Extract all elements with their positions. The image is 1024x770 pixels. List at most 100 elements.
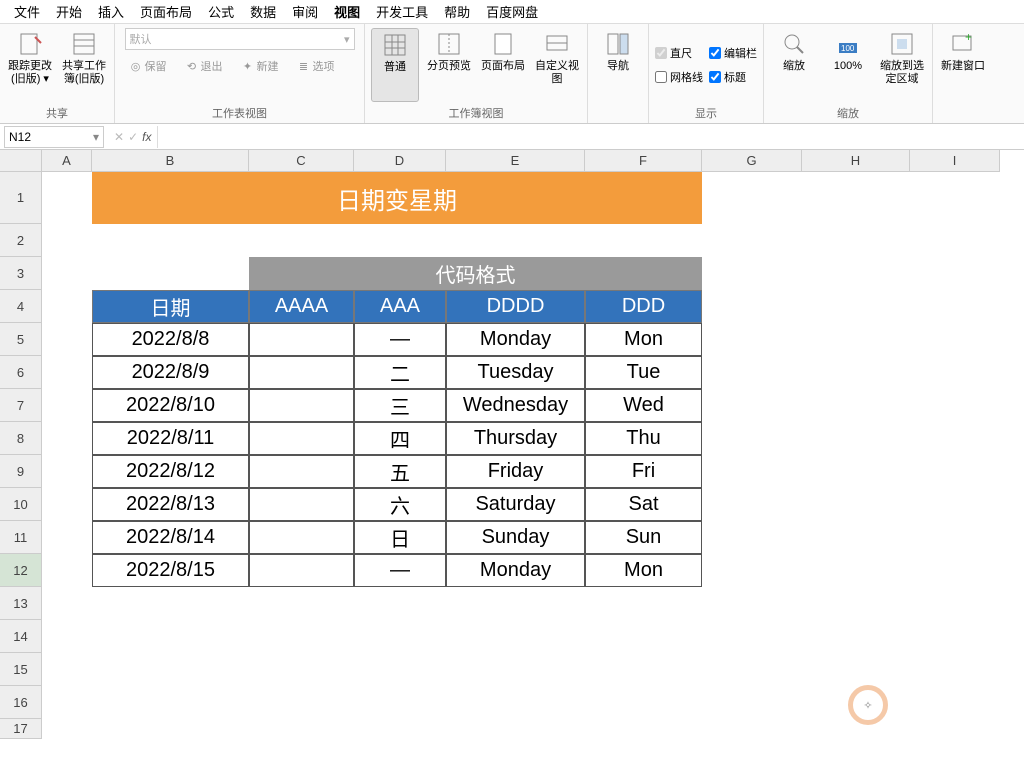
table-cell[interactable]: 2022/8/13 bbox=[92, 488, 249, 521]
menu-item-4[interactable]: 公式 bbox=[200, 0, 242, 24]
table-cell[interactable]: Tuesday bbox=[446, 356, 585, 389]
menu-item-10[interactable]: 百度网盘 bbox=[478, 0, 546, 24]
table-cell[interactable]: 五 bbox=[354, 455, 446, 488]
zoom-100-button[interactable]: 100100% bbox=[824, 28, 872, 102]
col-header-H[interactable]: H bbox=[802, 150, 910, 172]
table-cell[interactable]: Saturday bbox=[446, 488, 585, 521]
table-cell[interactable]: 六 bbox=[354, 488, 446, 521]
col-header-C[interactable]: C bbox=[249, 150, 354, 172]
spreadsheet-grid[interactable]: ABCDEFGHI 1234567891011121314151617 日期变星… bbox=[0, 150, 1024, 770]
table-cell[interactable]: 四 bbox=[354, 422, 446, 455]
page-layout-button[interactable]: 页面布局 bbox=[479, 28, 527, 102]
table-cell[interactable]: — bbox=[354, 554, 446, 587]
gridlines-input[interactable] bbox=[655, 71, 667, 83]
headings-checkbox[interactable]: 标题 bbox=[709, 67, 757, 87]
zoom-selection-button[interactable]: 缩放到选定区域 bbox=[878, 28, 926, 102]
menu-item-8[interactable]: 开发工具 bbox=[368, 0, 436, 24]
new-window-button[interactable]: + 新建窗口 bbox=[939, 28, 987, 102]
table-cell[interactable] bbox=[249, 455, 354, 488]
table-cell[interactable]: Sat bbox=[585, 488, 702, 521]
col-header-E[interactable]: E bbox=[446, 150, 585, 172]
menu-item-2[interactable]: 插入 bbox=[90, 0, 132, 24]
table-cell[interactable]: 2022/8/15 bbox=[92, 554, 249, 587]
table-cell[interactable]: Wed bbox=[585, 389, 702, 422]
track-changes-button[interactable]: 跟踪更改(旧版) ▾ bbox=[6, 28, 54, 102]
table-cell[interactable]: Friday bbox=[446, 455, 585, 488]
exit-button[interactable]: ⟲退出 bbox=[181, 56, 227, 76]
table-cell[interactable] bbox=[249, 554, 354, 587]
row-header-6[interactable]: 6 bbox=[0, 356, 42, 389]
table-cell[interactable]: Mon bbox=[585, 554, 702, 587]
row-header-9[interactable]: 9 bbox=[0, 455, 42, 488]
select-all-corner[interactable] bbox=[0, 150, 42, 172]
row-header-13[interactable]: 13 bbox=[0, 587, 42, 620]
gridlines-checkbox[interactable]: 网格线 bbox=[655, 67, 703, 87]
table-cell[interactable]: Sunday bbox=[446, 521, 585, 554]
table-cell[interactable]: Wednesday bbox=[446, 389, 585, 422]
table-cell[interactable]: Mon bbox=[585, 323, 702, 356]
cancel-icon[interactable]: ✕ bbox=[114, 130, 124, 144]
table-cell[interactable]: Sun bbox=[585, 521, 702, 554]
row-header-10[interactable]: 10 bbox=[0, 488, 42, 521]
menu-item-6[interactable]: 审阅 bbox=[284, 0, 326, 24]
formula-bar-input[interactable] bbox=[709, 47, 721, 59]
table-cell[interactable]: Tue bbox=[585, 356, 702, 389]
table-cell[interactable] bbox=[249, 323, 354, 356]
menu-item-0[interactable]: 文件 bbox=[6, 0, 48, 24]
table-cell[interactable] bbox=[249, 389, 354, 422]
table-cell[interactable]: 二 bbox=[354, 356, 446, 389]
headings-input[interactable] bbox=[709, 71, 721, 83]
table-cell[interactable]: 2022/8/8 bbox=[92, 323, 249, 356]
menu-item-5[interactable]: 数据 bbox=[242, 0, 284, 24]
share-workbook-button[interactable]: 共享工作簿(旧版) bbox=[60, 28, 108, 102]
options-button[interactable]: ≣选项 bbox=[293, 56, 339, 76]
row-header-3[interactable]: 3 bbox=[0, 257, 42, 290]
custom-view-button[interactable]: 自定义视图 bbox=[533, 28, 581, 102]
table-cell[interactable] bbox=[249, 521, 354, 554]
zoom-button[interactable]: 缩放 bbox=[770, 28, 818, 102]
formula-bar[interactable] bbox=[157, 126, 1024, 148]
table-cell[interactable]: Monday bbox=[446, 554, 585, 587]
table-cell[interactable]: Thursday bbox=[446, 422, 585, 455]
enter-icon[interactable]: ✓ bbox=[128, 130, 138, 144]
row-header-7[interactable]: 7 bbox=[0, 389, 42, 422]
table-cell[interactable]: 三 bbox=[354, 389, 446, 422]
row-header-5[interactable]: 5 bbox=[0, 323, 42, 356]
table-cell[interactable]: 2022/8/10 bbox=[92, 389, 249, 422]
table-cell[interactable]: Fri bbox=[585, 455, 702, 488]
row-header-17[interactable]: 17 bbox=[0, 719, 42, 739]
row-header-15[interactable]: 15 bbox=[0, 653, 42, 686]
page-break-button[interactable]: 分页预览 bbox=[425, 28, 473, 102]
sheet-view-dropdown[interactable]: 默认 ▾ bbox=[125, 28, 355, 50]
new-button[interactable]: ✦新建 bbox=[237, 56, 283, 76]
col-header-B[interactable]: B bbox=[92, 150, 249, 172]
table-cell[interactable]: 2022/8/11 bbox=[92, 422, 249, 455]
row-header-11[interactable]: 11 bbox=[0, 521, 42, 554]
menu-item-7[interactable]: 视图 bbox=[326, 0, 368, 24]
col-header-A[interactable]: A bbox=[42, 150, 92, 172]
name-box[interactable]: N12 ▾ bbox=[4, 126, 104, 148]
table-cell[interactable] bbox=[249, 422, 354, 455]
col-header-I[interactable]: I bbox=[910, 150, 1000, 172]
menu-item-3[interactable]: 页面布局 bbox=[132, 0, 200, 24]
navigation-button[interactable]: 导航 bbox=[594, 28, 642, 102]
table-cell[interactable]: — bbox=[354, 323, 446, 356]
col-header-G[interactable]: G bbox=[702, 150, 802, 172]
col-header-F[interactable]: F bbox=[585, 150, 702, 172]
col-header-D[interactable]: D bbox=[354, 150, 446, 172]
table-cell[interactable] bbox=[249, 488, 354, 521]
menu-item-1[interactable]: 开始 bbox=[48, 0, 90, 24]
row-header-2[interactable]: 2 bbox=[0, 224, 42, 257]
row-header-8[interactable]: 8 bbox=[0, 422, 42, 455]
table-cell[interactable] bbox=[249, 356, 354, 389]
keep-button[interactable]: ◎保留 bbox=[125, 56, 171, 76]
fx-icon[interactable]: fx bbox=[142, 130, 151, 144]
table-cell[interactable]: 2022/8/14 bbox=[92, 521, 249, 554]
row-header-12[interactable]: 12 bbox=[0, 554, 42, 587]
row-header-1[interactable]: 1 bbox=[0, 172, 42, 224]
row-header-4[interactable]: 4 bbox=[0, 290, 42, 323]
row-header-16[interactable]: 16 bbox=[0, 686, 42, 719]
table-cell[interactable]: Monday bbox=[446, 323, 585, 356]
menu-item-9[interactable]: 帮助 bbox=[436, 0, 478, 24]
table-cell[interactable]: 2022/8/12 bbox=[92, 455, 249, 488]
